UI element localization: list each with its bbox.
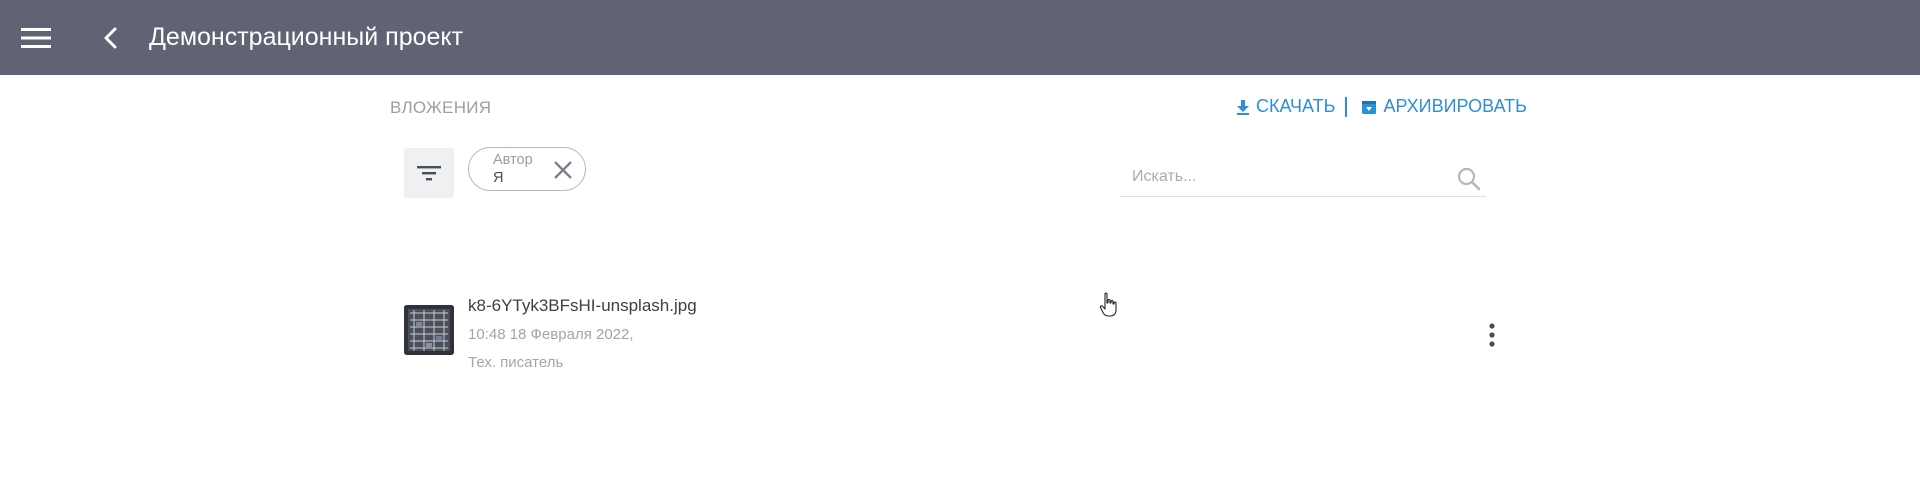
file-name[interactable]: k8-6YTyk3BFsHI-unsplash.jpg: [468, 296, 697, 316]
search-field: [1120, 160, 1486, 197]
download-label: СКАЧАТЬ: [1255, 96, 1336, 116]
app-header: Демонстрационный проект: [0, 0, 1920, 75]
file-date: 10:48 18 Февраля 2022,: [468, 326, 634, 343]
archive-icon: [1362, 100, 1377, 114]
search-input[interactable]: [1130, 164, 1434, 190]
file-list-item[interactable]: k8-6YTyk3BFsHI-unsplash.jpg 10:48 18 Фев…: [404, 290, 1504, 380]
attachments-section-title: ВЛОЖЕНИЯ: [390, 98, 492, 117]
chip-value: Я: [493, 170, 504, 186]
menu-button[interactable]: [18, 22, 54, 54]
archive-button[interactable]: АРХИВИРОВАТЬ: [1361, 96, 1527, 117]
filter-icon: [417, 166, 441, 181]
filter-button[interactable]: [404, 148, 454, 198]
file-author: Тех. писатель: [468, 354, 564, 371]
download-icon: [1236, 99, 1249, 115]
more-options-button[interactable]: [1482, 320, 1502, 350]
hamburger-icon: [21, 28, 51, 48]
file-thumbnail[interactable]: [404, 305, 454, 355]
chip-label: Автор: [493, 152, 533, 168]
download-button[interactable]: СКАЧАТЬ: [1236, 96, 1336, 117]
search-icon[interactable]: [1456, 166, 1482, 192]
archive-label: АРХИВИРОВАТЬ: [1383, 96, 1527, 116]
page-title: Демонстрационный проект: [149, 23, 464, 51]
hand-cursor-icon: [1099, 292, 1117, 317]
actions-divider: [1345, 96, 1348, 117]
more-vertical-icon: [1489, 323, 1495, 347]
author-filter-chip[interactable]: Автор Я: [468, 147, 586, 191]
chevron-left-icon: [104, 27, 117, 49]
attachments-actions: СКАЧАТЬ АРХИВИРОВАТЬ: [1236, 96, 1527, 117]
image-thumbnail-icon: [404, 305, 454, 355]
close-icon[interactable]: [551, 158, 575, 182]
back-button[interactable]: [96, 22, 126, 54]
